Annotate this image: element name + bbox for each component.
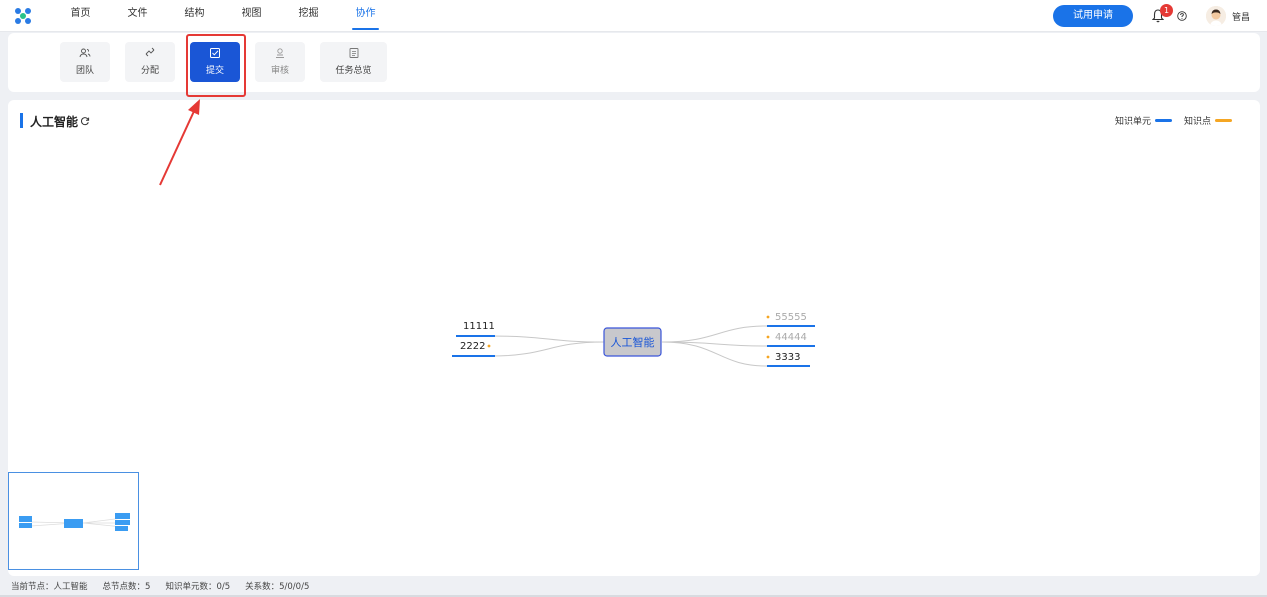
task-overview-icon bbox=[349, 48, 358, 58]
knowledge-point-dot bbox=[487, 344, 491, 348]
status-bar: 当前节点：人工智能 总节点数：5 知识单元数：0/5 关系数：5/0/0/5 bbox=[0, 577, 1267, 597]
username[interactable]: 管昌 bbox=[1232, 10, 1250, 23]
help-icon[interactable] bbox=[1177, 11, 1187, 21]
trial-apply-button[interactable]: 试用申请 bbox=[1053, 5, 1133, 27]
app-logo-icon[interactable] bbox=[14, 7, 32, 25]
status-knowledge-units: 知识单元数：0/5 bbox=[165, 582, 231, 592]
nav-view[interactable]: 视图 bbox=[223, 0, 280, 32]
team-button[interactable]: 团队 bbox=[60, 42, 110, 82]
assign-button[interactable]: 分配 bbox=[125, 42, 175, 82]
assign-label: 分配 bbox=[140, 66, 159, 76]
node-label: 44444 bbox=[775, 332, 807, 343]
avatar[interactable] bbox=[1206, 6, 1226, 26]
collab-toolbar: 团队 分配 提交 审核 任务总览 bbox=[8, 33, 1260, 92]
task-overview-label: 任务总览 bbox=[335, 66, 372, 76]
node-3333[interactable]: 3333 bbox=[766, 352, 810, 367]
submit-icon bbox=[210, 48, 220, 58]
review-button[interactable]: 审核 bbox=[255, 42, 305, 82]
node-2222[interactable]: 2222 bbox=[452, 341, 495, 357]
nav-file[interactable]: 文件 bbox=[109, 0, 166, 32]
nav-collaborate[interactable]: 协作 bbox=[337, 0, 394, 32]
node-label: 2222 bbox=[460, 341, 485, 352]
top-navbar: 首页 文件 结构 视图 挖掘 协作 试用申请 1 管昌 bbox=[0, 0, 1267, 32]
team-label: 团队 bbox=[75, 66, 94, 76]
review-icon bbox=[276, 48, 284, 58]
submit-label: 提交 bbox=[205, 66, 224, 76]
team-icon bbox=[79, 48, 91, 58]
nav-structure[interactable]: 结构 bbox=[166, 0, 223, 32]
knowledge-point-dot bbox=[766, 335, 770, 339]
knowledge-point-dot bbox=[766, 355, 770, 359]
node-label: 3333 bbox=[775, 352, 800, 363]
submit-button[interactable]: 提交 bbox=[190, 42, 240, 82]
node-label: 11111 bbox=[463, 321, 495, 332]
node-label: 55555 bbox=[775, 312, 807, 323]
notification-badge: 1 bbox=[1160, 4, 1173, 17]
task-overview-button[interactable]: 任务总览 bbox=[320, 42, 387, 82]
nav-mining[interactable]: 挖掘 bbox=[280, 0, 337, 32]
node-11111[interactable]: 11111 bbox=[456, 321, 495, 337]
knowledge-point-dot bbox=[766, 315, 770, 319]
minimap[interactable] bbox=[8, 472, 139, 570]
user-avatar-icon bbox=[1206, 6, 1226, 26]
status-relations: 关系数：5/0/0/5 bbox=[245, 582, 310, 592]
review-label: 审核 bbox=[270, 66, 289, 76]
connector-root-11111 bbox=[490, 335, 605, 343]
main-nav: 首页 文件 结构 视图 挖掘 协作 bbox=[52, 0, 394, 32]
node-44444[interactable]: 44444 bbox=[766, 332, 815, 347]
nav-home[interactable]: 首页 bbox=[52, 0, 109, 32]
annotation-arrow-icon bbox=[159, 99, 200, 186]
minimap-preview bbox=[19, 513, 130, 531]
root-node[interactable]: 人工智能 bbox=[603, 327, 662, 357]
node-55555[interactable]: 55555 bbox=[766, 312, 815, 327]
connector-root-55555 bbox=[661, 325, 768, 343]
connector-root-2222 bbox=[490, 341, 605, 357]
assign-icon bbox=[145, 47, 155, 57]
root-node-label: 人工智能 bbox=[611, 335, 655, 349]
status-total-nodes: 总节点数：5 bbox=[102, 582, 151, 592]
status-current-node: 当前节点：人工智能 bbox=[11, 582, 88, 592]
